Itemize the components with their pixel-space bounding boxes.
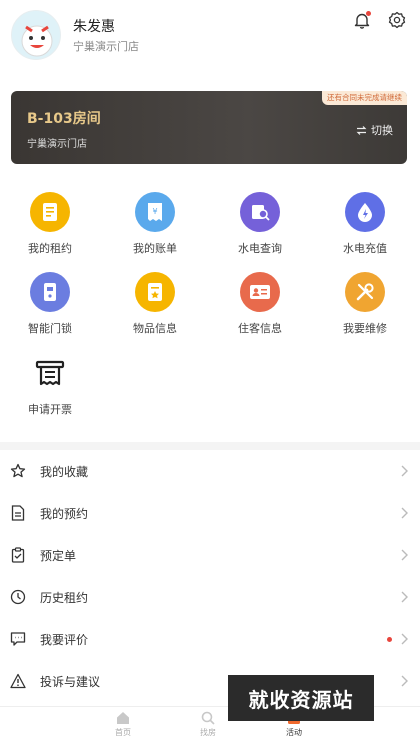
switch-room-label: 切换: [371, 124, 393, 137]
review-notification-dot: [387, 636, 392, 642]
grid-item-repair[interactable]: 我要维修: [327, 272, 403, 342]
home-icon: [117, 712, 129, 724]
room-card[interactable]: B-103房间 宁巢演示门店 还有合同未完成请继续 切换: [11, 91, 407, 164]
chevron-right-icon: [401, 549, 408, 561]
item-info-icon: [135, 272, 175, 312]
chat-icon: [9, 630, 27, 648]
room-number: B-103房间: [27, 111, 101, 127]
chevron-right-icon: [401, 633, 408, 645]
menu-label: 我的预约: [40, 506, 89, 521]
section-divider: [0, 442, 420, 450]
grid-item-item-info[interactable]: 物品信息: [117, 272, 193, 342]
star-icon: [9, 462, 27, 480]
contract-tip-badge[interactable]: 还有合同未完成请继续: [322, 91, 407, 105]
grid-label: 水电充值: [343, 242, 387, 255]
menu-item-rental-history[interactable]: 历史租约: [0, 576, 420, 618]
notification-dot: [366, 11, 371, 16]
clipboard-icon: [9, 546, 27, 564]
bill-icon: ¥: [135, 192, 175, 232]
chevron-right-icon: [401, 591, 408, 603]
grid-label: 物品信息: [133, 322, 177, 335]
tab-label: 找房: [200, 728, 216, 737]
grid-label: 智能门锁: [28, 322, 72, 335]
grid-label: 我要维修: [343, 322, 387, 335]
tab-label: 首页: [115, 728, 131, 737]
grid-label: 我的租约: [28, 242, 72, 255]
profile-page: 朱发惠 宁巢演示门店 B-103房间 宁巢演示门店 还有合同未完成请继续 切换: [0, 0, 420, 746]
switch-icon: [356, 125, 367, 135]
settings-button[interactable]: [387, 10, 407, 30]
watermark-overlay: 就收资源站: [228, 675, 374, 721]
grid-label: 我的账单: [133, 242, 177, 255]
menu-item-review[interactable]: 我要评价: [0, 618, 420, 660]
gear-icon: [388, 11, 406, 29]
profile-header: 朱发惠 宁巢演示门店: [0, 0, 420, 78]
document-icon: [9, 504, 27, 522]
switch-room-button[interactable]: 切换: [356, 122, 393, 138]
menu-label: 我要评价: [40, 632, 89, 647]
invoice-icon: [30, 353, 70, 393]
grid-label: 申请开票: [28, 403, 72, 416]
menu-label: 我的收藏: [40, 464, 89, 479]
grid-item-utility-recharge[interactable]: 水电充值: [327, 192, 403, 262]
grid-item-utility-query[interactable]: 水电查询: [222, 192, 298, 262]
clock-icon: [9, 588, 27, 606]
repair-icon: [345, 272, 385, 312]
tab-home[interactable]: 首页: [93, 711, 153, 745]
user-name: 朱发惠: [73, 19, 115, 35]
avatar[interactable]: [11, 10, 61, 60]
guest-info-icon: [240, 272, 280, 312]
utility-recharge-icon: [345, 192, 385, 232]
menu-label: 投诉与建议: [40, 674, 101, 689]
chevron-right-icon: [401, 507, 408, 519]
tab-label: 活动: [286, 728, 302, 737]
grid-item-invoice[interactable]: 申请开票: [12, 353, 88, 423]
menu-item-reservations[interactable]: 预定单: [0, 534, 420, 576]
grid-item-smart-lock[interactable]: 智能门锁: [12, 272, 88, 342]
menu-item-appointments[interactable]: 我的预约: [0, 492, 420, 534]
warning-icon: [9, 672, 27, 690]
utility-query-icon: [240, 192, 280, 232]
menu-label: 预定单: [40, 548, 77, 563]
smart-lock-icon: [30, 272, 70, 312]
chevron-right-icon: [401, 675, 408, 687]
menu-label: 历史租约: [40, 590, 89, 605]
search-icon: [201, 711, 215, 725]
grid-label: 住客信息: [238, 322, 282, 335]
grid-label: 水电查询: [238, 242, 282, 255]
grid-item-guest-info[interactable]: 住客信息: [222, 272, 298, 342]
room-store: 宁巢演示门店: [27, 139, 87, 150]
notification-button[interactable]: [352, 10, 372, 30]
contract-icon: [30, 192, 70, 232]
grid-item-my-contract[interactable]: 我的租约: [12, 192, 88, 262]
user-store: 宁巢演示门店: [73, 40, 139, 53]
chevron-right-icon: [401, 465, 408, 477]
grid-item-my-bill[interactable]: ¥ 我的账单: [117, 192, 193, 262]
svg-text:¥: ¥: [152, 207, 157, 216]
menu-item-favorites[interactable]: 我的收藏: [0, 450, 420, 492]
